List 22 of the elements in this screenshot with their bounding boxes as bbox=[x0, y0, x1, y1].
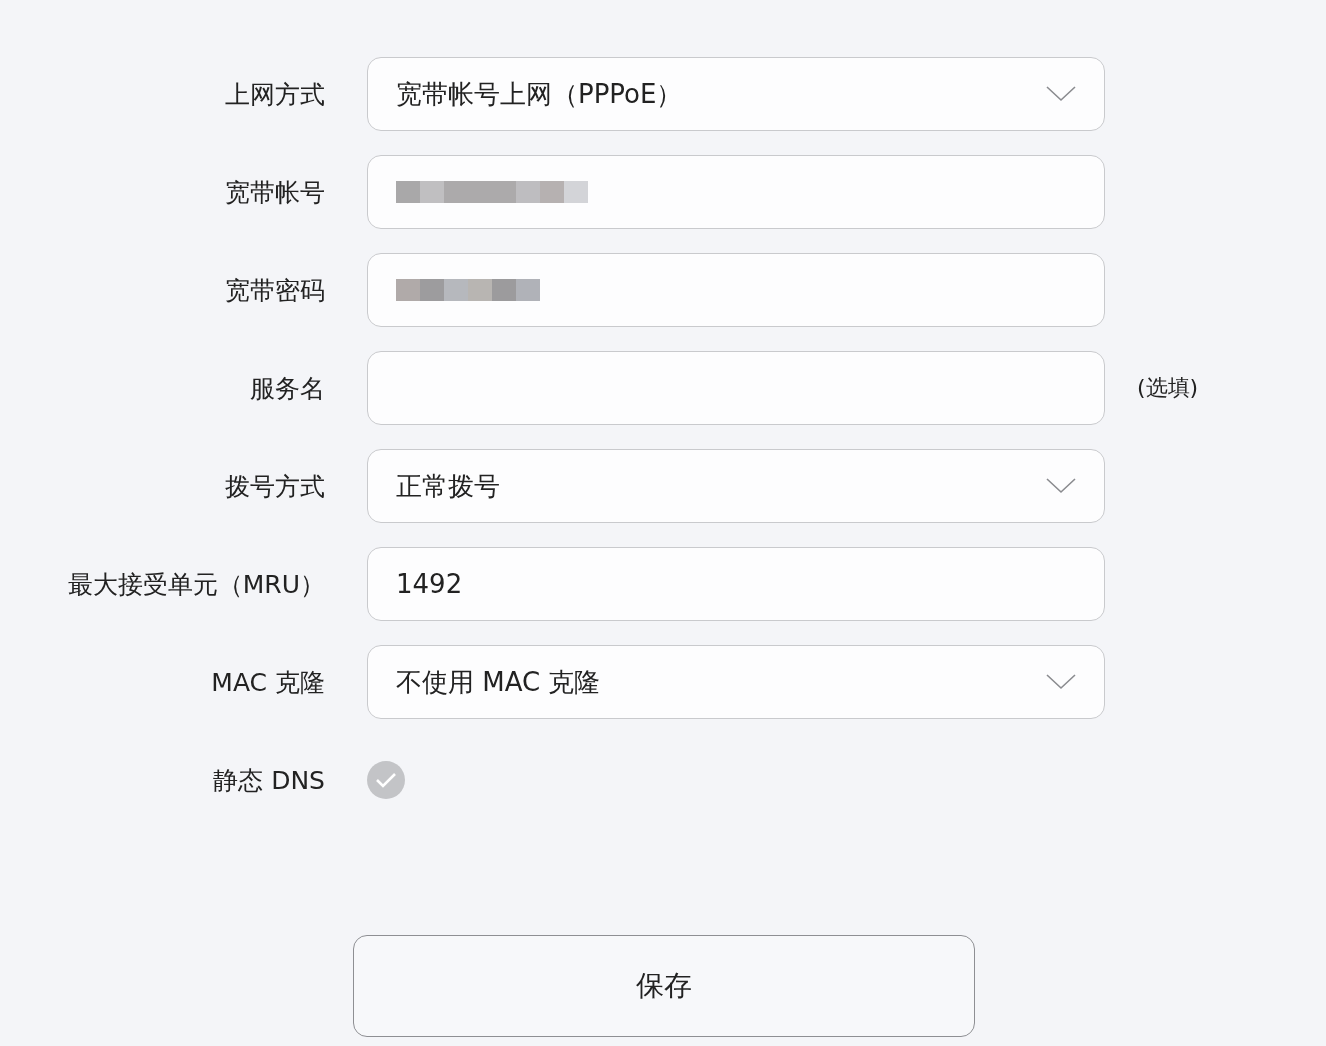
field-label: 上网方式 bbox=[225, 78, 325, 111]
chevron-down-icon bbox=[1046, 674, 1076, 690]
dropdown[interactable]: 宽带帐号上网（PPPoE） bbox=[367, 57, 1105, 131]
dropdown[interactable]: 正常拨号 bbox=[367, 449, 1105, 523]
chevron-down-icon bbox=[1046, 86, 1076, 102]
field-label: MAC 克隆 bbox=[211, 666, 325, 699]
field-label: 最大接受单元（MRU） bbox=[67, 568, 325, 601]
field-label: 宽带密码 bbox=[225, 274, 325, 307]
field-label: 宽带帐号 bbox=[225, 176, 325, 209]
dropdown[interactable]: 不使用 MAC 克隆 bbox=[367, 645, 1105, 719]
field-label: 拨号方式 bbox=[225, 470, 325, 503]
field-label: 静态 DNS bbox=[213, 764, 325, 797]
input-field[interactable] bbox=[367, 351, 1105, 425]
checkbox[interactable] bbox=[367, 761, 405, 799]
input-field[interactable]: 1492 bbox=[367, 547, 1105, 621]
save-button[interactable]: 保存 bbox=[353, 935, 975, 1037]
optional-hint: (选填) bbox=[1137, 374, 1200, 402]
field-label: 服务名 bbox=[250, 372, 325, 405]
checkmark-icon bbox=[375, 772, 397, 788]
chevron-down-icon bbox=[1046, 478, 1076, 494]
input-field[interactable] bbox=[367, 253, 1105, 327]
input-field[interactable] bbox=[367, 155, 1105, 229]
